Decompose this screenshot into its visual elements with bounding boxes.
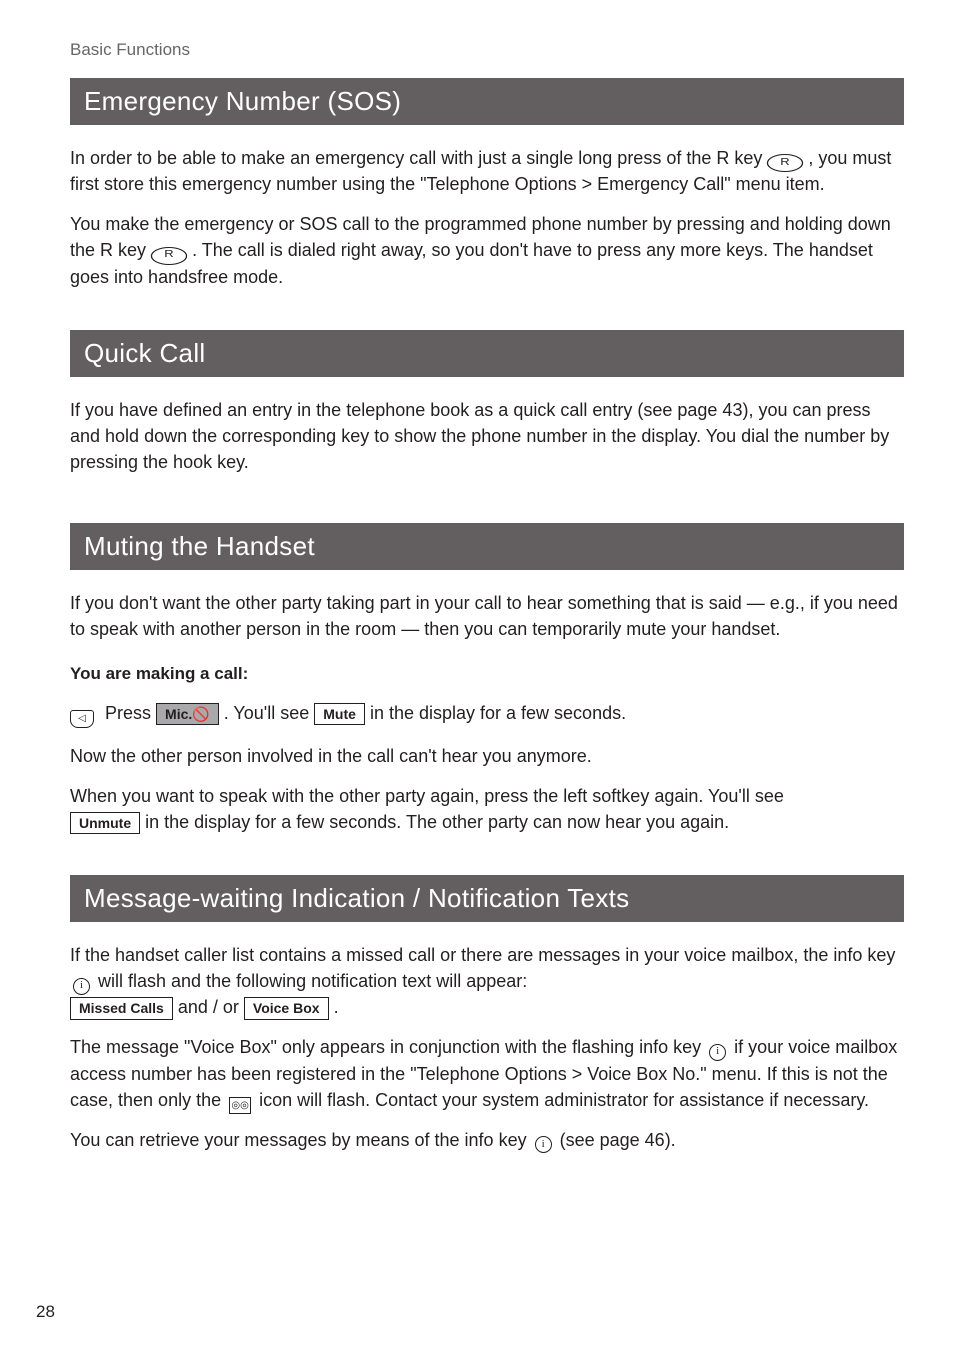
text: in the display for a few seconds. <box>370 703 626 723</box>
tape-icon: ◎◎ <box>229 1097 251 1114</box>
breadcrumb: Basic Functions <box>70 40 904 60</box>
info-key-icon: i <box>73 978 90 995</box>
unmute-label-box: Unmute <box>70 812 140 834</box>
section-header-quickcall: Quick Call <box>70 330 904 377</box>
mute-label-box: Mute <box>314 703 365 725</box>
muting-para1: If you don't want the other party taking… <box>70 590 904 642</box>
text: . You'll see <box>224 703 310 723</box>
text: (see page 46). <box>560 1130 676 1150</box>
mic-label-box: Mic.🚫 <box>156 703 219 725</box>
r-key-icon: R <box>151 247 187 265</box>
emergency-para1: In order to be able to make an emergency… <box>70 145 904 197</box>
text: . The call is dialed right away, so you … <box>70 240 873 286</box>
muting-para3: When you want to speak with the other pa… <box>70 783 904 835</box>
section-header-emergency: Emergency Number (SOS) <box>70 78 904 125</box>
mwi-para1: If the handset caller list contains a mi… <box>70 942 904 1020</box>
text: will flash and the following notificatio… <box>98 971 527 991</box>
text: icon will flash. Contact your system adm… <box>259 1090 869 1110</box>
quickcall-para1: If you have defined an entry in the tele… <box>70 397 904 475</box>
info-key-icon: i <box>709 1044 726 1061</box>
page-number: 28 <box>36 1302 55 1322</box>
mwi-para3: You can retrieve your messages by means … <box>70 1127 904 1153</box>
emergency-para2: You make the emergency or SOS call to th… <box>70 211 904 289</box>
voice-box-label-box: Voice Box <box>244 997 329 1019</box>
text: If the handset caller list contains a mi… <box>70 945 895 965</box>
mwi-para2: The message "Voice Box" only appears in … <box>70 1034 904 1112</box>
text: In order to be able to make an emergency… <box>70 148 767 168</box>
text: . <box>334 997 339 1017</box>
softkey-icon: ◁ <box>70 710 94 728</box>
text: and / or <box>178 997 244 1017</box>
muting-para2: Now the other person involved in the cal… <box>70 743 904 769</box>
missed-calls-label-box: Missed Calls <box>70 997 173 1019</box>
muting-instruction: ◁ Press Mic.🚫 . You'll see Mute in the d… <box>70 698 904 729</box>
r-key-icon: R <box>767 154 803 172</box>
text: You can retrieve your messages by means … <box>70 1130 532 1150</box>
section-header-mwi: Message-waiting Indication / Notificatio… <box>70 875 904 922</box>
text: Press <box>105 703 151 723</box>
text: When you want to speak with the other pa… <box>70 786 784 806</box>
muting-bold-line: You are making a call: <box>70 664 904 684</box>
section-header-muting: Muting the Handset <box>70 523 904 570</box>
text: in the display for a few seconds. The ot… <box>145 812 729 832</box>
text: The message "Voice Box" only appears in … <box>70 1037 706 1057</box>
info-key-icon: i <box>535 1136 552 1153</box>
